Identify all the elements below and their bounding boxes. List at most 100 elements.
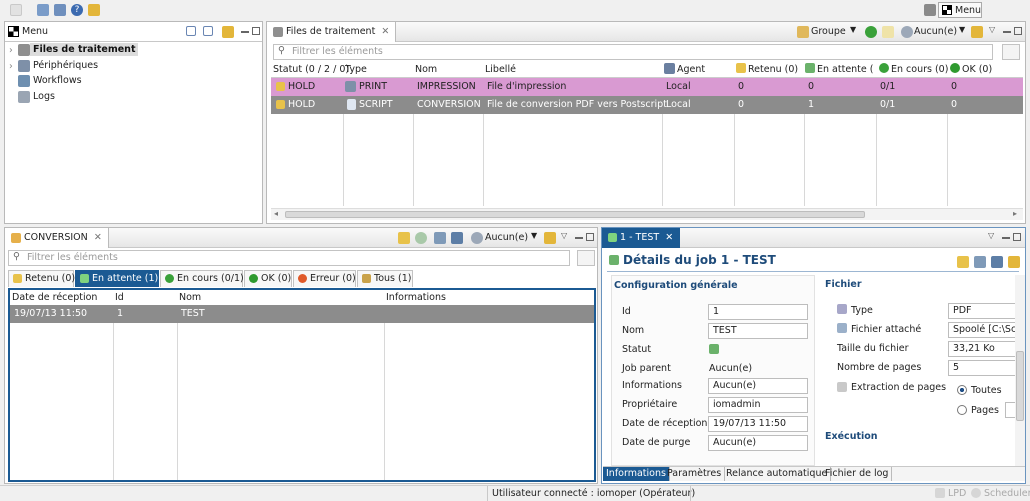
link-icon[interactable] bbox=[544, 232, 556, 244]
col-running[interactable]: En cours (0) bbox=[891, 64, 948, 75]
col-ok[interactable]: OK (0) bbox=[962, 64, 992, 75]
file-type-field[interactable]: PDF bbox=[948, 303, 1018, 319]
subtab-running[interactable]: En cours (0/1) bbox=[160, 270, 244, 287]
play-icon[interactable] bbox=[415, 232, 427, 244]
view-menu-icon[interactable]: ▽ bbox=[989, 25, 995, 34]
minimize-icon[interactable] bbox=[241, 31, 249, 33]
col-label[interactable]: Libellé bbox=[485, 64, 516, 75]
filter-dropdown[interactable]: Aucun(e) bbox=[485, 232, 528, 243]
conversion-filter-input[interactable]: ⚲ Filtrer les éléments bbox=[8, 250, 570, 266]
subtab-held[interactable]: Retenu (0) bbox=[8, 270, 75, 287]
purge-date-field[interactable]: Aucun(e) bbox=[708, 435, 808, 451]
nav-item-workflows[interactable]: Workflows bbox=[33, 75, 82, 86]
radio-pages[interactable] bbox=[957, 405, 967, 415]
save-icon[interactable] bbox=[991, 256, 1003, 268]
tab-auto-retry[interactable]: Relance automatique bbox=[723, 467, 832, 481]
subtab-waiting[interactable]: En attente (1) bbox=[75, 270, 159, 287]
table-row[interactable]: HOLD PRINT IMPRESSION File d'impression … bbox=[271, 78, 1023, 96]
chevron-down-icon[interactable]: ▼ bbox=[850, 25, 856, 34]
close-icon[interactable]: ✕ bbox=[381, 26, 389, 37]
menu-button[interactable]: Menu bbox=[938, 2, 982, 18]
received-date-field[interactable]: 19/07/13 11:50 bbox=[708, 416, 808, 432]
maximize-icon[interactable] bbox=[586, 233, 594, 241]
layout-icon[interactable] bbox=[924, 4, 936, 16]
link-icon[interactable] bbox=[222, 26, 234, 38]
nav-item-logs[interactable]: Logs bbox=[33, 91, 55, 102]
tab-queues[interactable]: Files de traitement ✕ bbox=[267, 22, 397, 42]
new-icon[interactable] bbox=[10, 4, 22, 16]
view-menu-icon[interactable]: ▽ bbox=[561, 231, 567, 240]
attached-file-field[interactable]: Spoolé [C:\Sco bbox=[948, 322, 1018, 338]
expand-arrow-icon[interactable]: › bbox=[9, 61, 13, 72]
table-row[interactable]: HOLD SCRIPT CONVERSION File de conversio… bbox=[271, 96, 1023, 114]
pause-icon[interactable] bbox=[882, 26, 894, 38]
chevron-down-icon[interactable]: ▼ bbox=[959, 25, 965, 34]
nav-item-files[interactable]: Files de traitement bbox=[30, 43, 139, 56]
view-menu-icon[interactable]: ▽ bbox=[988, 231, 994, 240]
col-type[interactable]: Type bbox=[345, 64, 367, 75]
vertical-scrollbar[interactable] bbox=[1015, 275, 1025, 466]
owner-field[interactable]: iomadmin bbox=[708, 397, 808, 413]
file-section-title[interactable]: Fichier bbox=[825, 279, 862, 290]
maximize-icon[interactable] bbox=[252, 27, 260, 35]
minimize-icon[interactable] bbox=[575, 237, 583, 239]
close-icon[interactable]: ✕ bbox=[665, 232, 673, 243]
filter-dropdown[interactable]: Aucun(e) bbox=[914, 26, 957, 37]
name-field[interactable]: TEST bbox=[708, 323, 808, 339]
expand-arrow-icon[interactable]: › bbox=[9, 45, 13, 56]
tab-log-file[interactable]: Fichier de log bbox=[822, 467, 893, 481]
col-held[interactable]: Retenu (0) bbox=[748, 64, 798, 75]
col-status[interactable]: Statut (0 / 2 / 0) bbox=[273, 64, 349, 75]
table-row[interactable]: 19/07/13 11:50 1 TEST bbox=[10, 305, 594, 323]
tab-conversion[interactable]: CONVERSION ✕ bbox=[5, 228, 109, 248]
queues-filter-input[interactable]: ⚲ Filtrer les éléments bbox=[273, 44, 993, 60]
clear-filter-icon[interactable] bbox=[577, 250, 595, 266]
clear-filter-icon[interactable] bbox=[1002, 44, 1020, 60]
link-icon[interactable] bbox=[971, 26, 983, 38]
col-id[interactable]: Id bbox=[115, 292, 124, 303]
col-name[interactable]: Nom bbox=[179, 292, 201, 303]
page-count-field[interactable]: 5 bbox=[948, 360, 1018, 376]
connect-icon[interactable] bbox=[37, 4, 49, 16]
file-size-field[interactable]: 33,21 Ko bbox=[948, 341, 1018, 357]
subtab-ok[interactable]: OK (0) bbox=[244, 270, 292, 287]
col-name[interactable]: Nom bbox=[415, 64, 437, 75]
pause-icon[interactable] bbox=[957, 256, 969, 268]
scroll-left-icon[interactable]: ◂ bbox=[274, 209, 278, 218]
subtab-all[interactable]: Tous (1) bbox=[357, 270, 413, 287]
execution-section-title[interactable]: Exécution bbox=[825, 431, 878, 442]
tab-parameters[interactable]: Paramètres bbox=[664, 467, 726, 481]
close-icon[interactable]: ✕ bbox=[94, 232, 102, 243]
id-field[interactable]: 1 bbox=[708, 304, 808, 320]
radio-all[interactable] bbox=[957, 385, 967, 395]
nav-item-devices[interactable]: Périphériques bbox=[33, 60, 98, 71]
tab-informations[interactable]: Informations bbox=[603, 467, 670, 481]
horizontal-scrollbar[interactable]: ◂ ▸ bbox=[271, 208, 1023, 220]
subtab-error[interactable]: Erreur (0) bbox=[293, 270, 356, 287]
help-icon[interactable]: ? bbox=[71, 4, 83, 16]
export-icon[interactable] bbox=[434, 232, 446, 244]
col-received[interactable]: Date de réception bbox=[12, 292, 97, 303]
chevron-down-icon[interactable]: ▼ bbox=[531, 231, 537, 240]
save-icon[interactable] bbox=[451, 232, 463, 244]
general-section-title[interactable]: Configuration générale bbox=[614, 280, 738, 291]
maximize-icon[interactable] bbox=[1013, 233, 1021, 241]
scroll-thumb[interactable] bbox=[285, 211, 865, 218]
col-waiting[interactable]: En attente ( bbox=[817, 64, 873, 75]
link-icon[interactable] bbox=[88, 4, 100, 16]
link-icon[interactable] bbox=[1008, 256, 1020, 268]
scroll-thumb[interactable] bbox=[1016, 351, 1024, 421]
info-field[interactable]: Aucun(e) bbox=[708, 378, 808, 394]
play-icon[interactable] bbox=[865, 26, 877, 38]
tab-job-details[interactable]: 1 - TEST ✕ bbox=[602, 228, 681, 248]
col-info[interactable]: Informations bbox=[386, 292, 446, 303]
expand-all-icon[interactable] bbox=[203, 26, 213, 36]
minimize-icon[interactable] bbox=[1002, 237, 1010, 239]
minimize-icon[interactable] bbox=[1003, 31, 1011, 33]
group-dropdown[interactable]: Groupe bbox=[811, 26, 846, 37]
col-agent[interactable]: Agent bbox=[677, 64, 705, 75]
maximize-icon[interactable] bbox=[1014, 27, 1022, 35]
collapse-all-icon[interactable] bbox=[186, 26, 196, 36]
pause-icon[interactable] bbox=[398, 232, 410, 244]
scroll-right-icon[interactable]: ▸ bbox=[1013, 209, 1017, 218]
